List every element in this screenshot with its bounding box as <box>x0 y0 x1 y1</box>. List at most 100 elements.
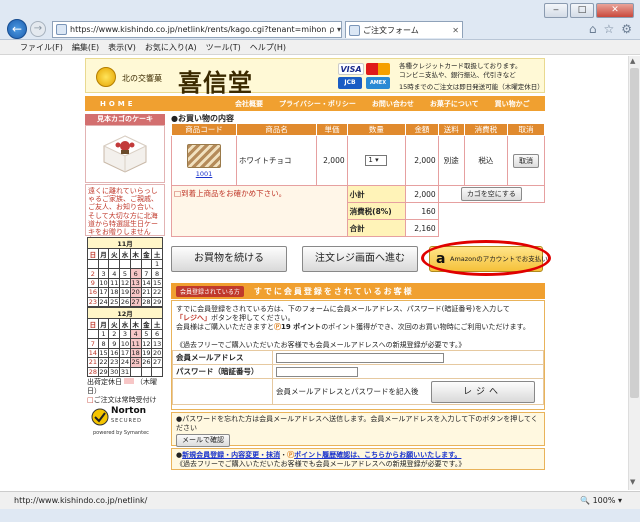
cart-table: 商品コード 商品名 単価 数量 金額 送料 消費税 取消 1001 ホワイトチョ… <box>170 123 546 237</box>
action-buttons: お買物を続ける 注文レジ画面へ進む a Amazonのアカウントでお支払い <box>171 240 551 276</box>
member-free-note: 《過去フリーでご購入いただいたお客様でも会員メールアドレスへの新規登録が必要です… <box>176 341 466 349</box>
tab-favicon-icon <box>349 24 360 36</box>
register-button[interactable]: レジへ <box>430 380 535 403</box>
member-login-box: すでに会員登録をされている方は、下のフォームに会員メールアドレス、パスワード(暗… <box>171 300 545 410</box>
register-cell: 会員メールアドレスとパスワードを記入後 レジへ <box>272 378 544 405</box>
password-label: パスワード（暗証番号） <box>172 364 273 379</box>
col-amount: 金額 <box>405 123 439 136</box>
address-bar[interactable]: https://www.kishindo.co.jp/netlink/rents… <box>52 21 342 38</box>
quantity-value: 1 <box>368 156 373 164</box>
member-title: すでに会員登録をされているお客様 <box>253 286 414 296</box>
col-price: 単価 <box>316 123 348 136</box>
forgot-password-box: ●パスワードを忘れた方は会員メールアドレスへ送信します。会員メールアドレスを入力… <box>171 412 545 447</box>
password-field[interactable] <box>276 366 358 377</box>
blank-cell <box>172 378 273 405</box>
gear-icon[interactable]: ⚙ <box>621 22 632 36</box>
menu-bar: ファイル(F) 編集(E) 表示(V) お気に入り(A) ツール(T) ヘルプ(… <box>0 40 640 55</box>
scrollbar-thumb[interactable] <box>630 68 639 398</box>
empty-cart-button[interactable]: カゴを空にする <box>460 187 522 201</box>
checkout-button[interactable]: 注文レジ画面へ進む <box>302 246 418 272</box>
email-cell <box>272 350 544 365</box>
email-label: 会員メールアドレス <box>172 350 273 365</box>
forgot-text: ●パスワードを忘れた方は会員メールアドレスへ送信します。会員メールアドレスを入力… <box>176 415 538 432</box>
scroll-up-icon[interactable]: ▲ <box>630 57 635 65</box>
product-amount: 2,000 <box>405 135 439 186</box>
menu-favorites[interactable]: お気に入り(A) <box>145 42 197 53</box>
site-favicon-icon <box>56 24 67 35</box>
address-tools[interactable]: ρ ▾ 🔒 C <box>326 25 341 34</box>
home-icon[interactable]: ⌂ <box>589 22 597 36</box>
zoom-level[interactable]: 🔍 100% ▾ <box>580 492 622 509</box>
product-shipping: 別途 <box>437 135 465 186</box>
table-row: 1001 ホワイトチョコ 2,000 1 ▾ 2,000 別途 税込 取消 <box>170 135 545 186</box>
browser-tab[interactable]: ご注文フォーム ✕ <box>345 21 463 38</box>
product-name: ホワイトチョコ <box>236 135 318 186</box>
email-field[interactable] <box>276 352 444 363</box>
tab-title: ご注文フォーム <box>363 25 419 35</box>
product-tax: 税込 <box>463 135 509 186</box>
window-controls: ‒ □ ✕ <box>544 3 634 18</box>
tax-label: 消費税(8%) <box>346 202 407 220</box>
product-image[interactable] <box>187 143 222 168</box>
minimize-icon[interactable]: ‒ <box>544 3 568 18</box>
back-arrow-icon[interactable]: ← <box>7 19 27 39</box>
star-icon[interactable]: ☆ <box>603 22 614 36</box>
member-desc-highlight: 「レジへ」 <box>176 314 211 322</box>
continue-shopping-button[interactable]: お買物を続ける <box>171 246 287 272</box>
member-points: 19 ポイント <box>281 323 322 331</box>
zoom-icon: 🔍 <box>580 496 591 505</box>
total-value: 2,160 <box>405 219 439 237</box>
product-cell: 1001 <box>170 135 238 186</box>
maximize-icon[interactable]: □ <box>570 3 594 18</box>
subtotal-label: 小計 <box>346 185 407 203</box>
close-icon[interactable]: ✕ <box>596 3 634 18</box>
cart-note: □到着上商品をお確かめ下さい。 <box>171 185 348 237</box>
blank-cell <box>438 220 544 237</box>
points-icon: Ⓟ <box>274 323 281 331</box>
new-registration-box: ●新規会員登録・内容変更・抹消・Ⓟポイント履歴確認は、こちらからお願いいたします… <box>171 448 545 470</box>
menu-edit[interactable]: 編集(E) <box>72 42 99 53</box>
member-badge: 会員登録されている方 <box>176 285 244 297</box>
scroll-down-icon[interactable]: ▼ <box>630 478 635 486</box>
cancel-button[interactable]: 取消 <box>513 153 540 168</box>
address-url: https://www.kishindo.co.jp/netlink/rents… <box>70 25 327 34</box>
menu-tools[interactable]: ツール(T) <box>206 42 241 53</box>
register-instruction: 会員メールアドレスとパスワードを記入後 <box>276 386 419 396</box>
tax-value: 160 <box>405 202 439 220</box>
menu-help[interactable]: ヘルプ(H) <box>250 42 286 53</box>
newreg-note: 《過去フリーでご購入いただいたお客様でも会員メールアドレスへの新規登録が必要です… <box>176 460 466 468</box>
password-cell <box>272 364 544 379</box>
empty-cart-cell: カゴを空にする <box>437 185 546 203</box>
window-bottom <box>0 509 640 522</box>
forward-arrow-icon[interactable]: → <box>30 21 46 37</box>
subtotal-value: 2,000 <box>405 185 439 203</box>
total-label: 合計 <box>346 219 407 237</box>
member-desc-text: すでに会員登録をされている方は、下のフォームに会員メールアドレス、パスワード(暗… <box>176 305 510 313</box>
product-price: 2,000 <box>316 135 348 186</box>
cancel-cell: 取消 <box>507 135 545 186</box>
zoom-value: 100% <box>592 496 616 505</box>
login-form: 会員メールアドレス パスワード（暗証番号） 会員メールアドレスとパスワードを記入… <box>172 350 544 405</box>
status-url: http://www.kishindo.co.jp/netlink/ <box>14 496 148 505</box>
browser-right-icons: ⌂ ☆ ⚙ <box>589 22 632 36</box>
member-description: すでに会員登録をされている方は、下のフォームに会員メールアドレス、パスワード(暗… <box>176 305 542 332</box>
main-content: ●お買い物の内容 商品コード 商品名 単価 数量 金額 送料 消費税 取消 10… <box>85 56 551 490</box>
product-code-link[interactable]: 1001 <box>174 170 234 178</box>
member-desc-text: ボタンを押してください。 <box>211 314 295 322</box>
menu-view[interactable]: 表示(V) <box>108 42 136 53</box>
mail-confirm-button[interactable]: メールで確認 <box>176 434 230 447</box>
col-shipping: 送料 <box>437 123 465 136</box>
quantity-select[interactable]: 1 ▾ <box>365 155 388 166</box>
member-desc-text: のポイント獲得ができ、次回のお買い物時にご利用いただけます。 <box>321 323 530 331</box>
tab-close-icon[interactable]: ✕ <box>452 26 459 35</box>
member-desc-text: 会員様はご購入いただきますと <box>176 323 274 331</box>
highlight-ring <box>421 240 551 276</box>
points-history-link[interactable]: ポイント履歴確認は、こちらからお願いいたします。 <box>294 451 461 459</box>
vertical-scrollbar[interactable]: ▲ ▼ <box>628 56 640 490</box>
menu-file[interactable]: ファイル(F) <box>20 42 63 53</box>
status-bar: http://www.kishindo.co.jp/netlink/ 🔍 100… <box>0 491 640 509</box>
new-registration-link[interactable]: 新規会員登録・内容変更・抹消 <box>182 451 280 459</box>
col-qty: 数量 <box>346 123 407 136</box>
col-code: 商品コード <box>170 123 238 136</box>
qty-cell: 1 ▾ <box>346 135 407 186</box>
